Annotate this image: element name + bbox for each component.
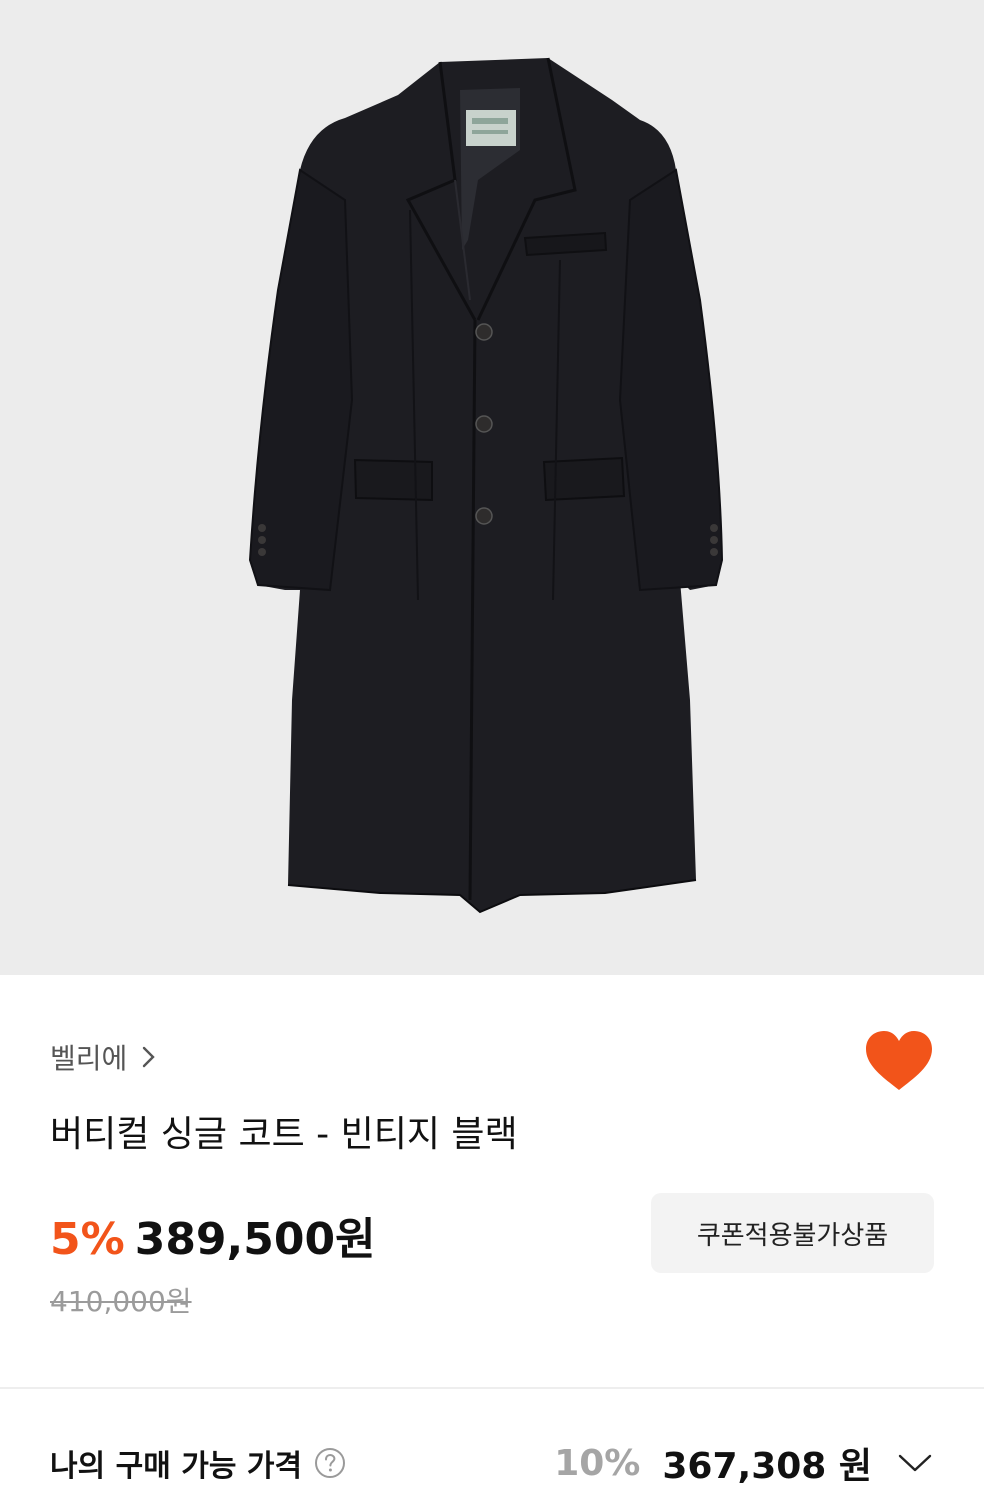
my-purchase-price-row[interactable]: 나의 구매 가능 가격 10% 367,308 원 bbox=[0, 1389, 984, 1500]
my-price-values: 10% 367,308 원 bbox=[554, 1437, 932, 1489]
my-price-amount: 367,308 원 bbox=[662, 1446, 872, 1487]
chevron-down-icon[interactable] bbox=[898, 1453, 932, 1473]
price-row: 5% 389,500원 bbox=[50, 1203, 376, 1267]
sale-price: 389,500원 bbox=[134, 1214, 376, 1265]
brand-link[interactable]: 벨리에 bbox=[50, 1037, 157, 1077]
help-icon[interactable] bbox=[314, 1447, 346, 1479]
product-info: 벨리에 버티컬 싱글 코트 - 빈티지 블랙 5% 389,500원 410,0… bbox=[0, 975, 984, 1387]
my-price-label: 나의 구매 가능 가격 bbox=[50, 1449, 303, 1484]
product-title: 버티컬 싱글 코트 - 빈티지 블랙 bbox=[50, 1114, 518, 1155]
chevron-right-icon bbox=[143, 1046, 155, 1068]
original-price: 410,000원 bbox=[50, 1285, 192, 1318]
discount-rate: 5% bbox=[50, 1214, 125, 1265]
coupon-unavailable-badge: 쿠폰적용불가상품 bbox=[651, 1193, 934, 1273]
my-price-label-group: 나의 구매 가능 가격 bbox=[50, 1441, 346, 1485]
my-discount-rate: 10% bbox=[554, 1442, 641, 1484]
heart-icon[interactable] bbox=[864, 1030, 934, 1092]
brand-name[interactable]: 벨리에 bbox=[50, 1037, 127, 1077]
coat-photo bbox=[0, 0, 984, 975]
product-image[interactable] bbox=[0, 0, 984, 975]
